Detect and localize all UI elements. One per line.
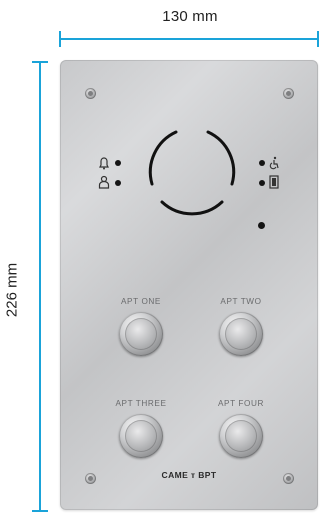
door-icon — [269, 175, 279, 189]
bell-icon — [99, 157, 109, 170]
apt-one-button[interactable] — [119, 312, 163, 356]
screw-top-left — [85, 88, 96, 99]
intercom-panel: APT ONE APT TWO APT THREE APT FOUR CAME … — [60, 60, 318, 510]
brand-logo: CAME ᴛ BPT — [161, 470, 217, 480]
height-dimension-tick-bottom — [32, 510, 48, 512]
status-led — [259, 160, 265, 166]
height-dimension-tick-top — [32, 61, 48, 63]
height-dimension-label: 226 mm — [3, 262, 21, 318]
width-dimension-tick-right — [317, 31, 319, 47]
button-label: APT ONE — [121, 297, 161, 306]
apt-two-button[interactable] — [219, 312, 263, 356]
status-led — [115, 160, 121, 166]
camera-lens — [258, 222, 265, 229]
apt-three-button[interactable] — [119, 414, 163, 458]
status-led — [115, 180, 121, 186]
width-dimension-line — [60, 38, 318, 40]
width-dimension-tick-left — [59, 31, 61, 47]
status-led — [259, 180, 265, 186]
accessibility-icon — [269, 156, 279, 170]
camera-ring-icon — [148, 130, 236, 216]
screw-top-right — [283, 88, 294, 99]
width-dimension-label: 130 mm — [162, 8, 218, 25]
apt-four-button[interactable] — [219, 414, 263, 458]
height-dimension-line — [39, 62, 41, 511]
button-label: APT THREE — [115, 399, 167, 408]
person-icon — [98, 175, 110, 189]
button-label: APT FOUR — [217, 399, 265, 408]
button-label: APT TWO — [220, 297, 262, 306]
